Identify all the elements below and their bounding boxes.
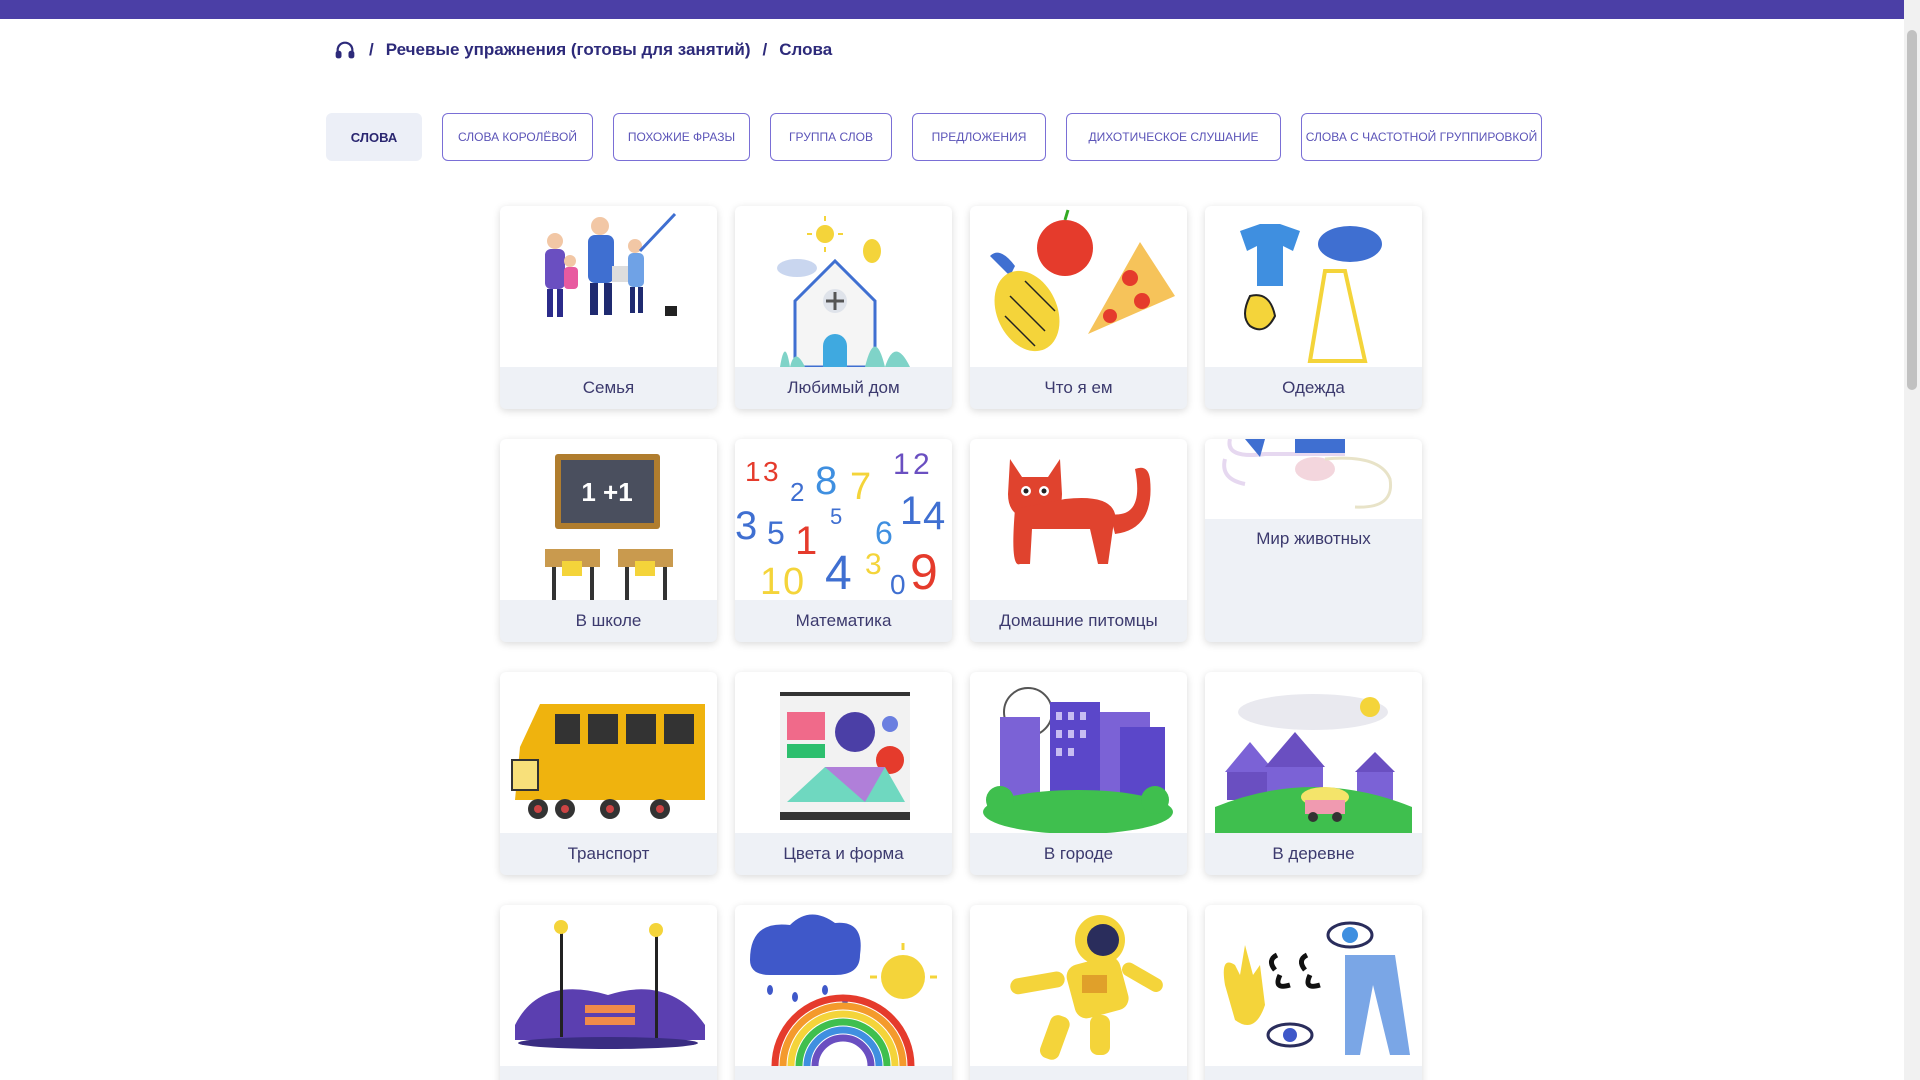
breadcrumb-separator: / (369, 40, 374, 59)
numbers-image: 13 28 712 351 5614 104 309 (735, 439, 952, 600)
card-favorite-home[interactable]: Любимый дом (735, 206, 952, 409)
card-animal-world[interactable]: Мир животных (1205, 439, 1422, 642)
tab-korolyova-words[interactable]: СЛОВА КОРОЛЁВОЙ (442, 113, 593, 161)
city-image (970, 672, 1187, 833)
top-bar (0, 0, 1904, 19)
breadcrumb-current: Слова (779, 40, 833, 59)
tab-sentences[interactable]: ПРЕДЛОЖЕНИЯ (912, 113, 1046, 161)
card-pets[interactable]: Домашние питомцы (970, 439, 1187, 642)
card-park[interactable] (500, 905, 717, 1080)
word-category-grid: Семья Любимый дом Что я ем Одежда 1 +1 В… (500, 206, 1422, 1080)
card-label: Мир животных (1256, 529, 1371, 548)
svg-text:1: 1 (893, 448, 910, 481)
card-label (500, 1066, 717, 1080)
breadcrumb: / Речевые упражнения (готовы для занятий… (333, 36, 832, 64)
card-in-village[interactable]: В деревне (1205, 672, 1422, 875)
clothes-image (1205, 206, 1422, 367)
card-label: В городе (1043, 844, 1114, 863)
card-label: Любимый дом (787, 378, 900, 397)
svg-text:2: 2 (790, 477, 804, 507)
card-math[interactable]: 13 28 712 351 5614 104 309 Математика (735, 439, 952, 642)
tab-similar-phrases[interactable]: ПОХОЖИЕ ФРАЗЫ (613, 113, 750, 161)
svg-text:1: 1 (795, 519, 817, 563)
bus-image (500, 672, 717, 833)
svg-text:8: 8 (815, 459, 837, 503)
headphones-icon[interactable] (333, 38, 357, 62)
card-label (1205, 1066, 1422, 1080)
svg-text:7: 7 (850, 466, 871, 508)
tab-dichotic-listening[interactable]: ДИХОТИЧЕСКОЕ СЛУШАНИЕ (1066, 113, 1281, 161)
card-label: Одежда (1282, 378, 1345, 397)
svg-text:4: 4 (923, 494, 945, 538)
svg-text:2: 2 (913, 448, 930, 481)
svg-text:6: 6 (875, 515, 893, 551)
card-at-school[interactable]: 1 +1 В школе (500, 439, 717, 642)
vertical-scrollbar[interactable] (1904, 0, 1920, 1080)
card-in-city[interactable]: В городе (970, 672, 1187, 875)
svg-text:1: 1 (745, 456, 761, 487)
animals-image (1205, 439, 1422, 519)
cat-image (970, 439, 1187, 600)
shapes-image (735, 672, 952, 833)
school-image: 1 +1 (500, 439, 717, 600)
tab-frequency-grouped-words[interactable]: СЛОВА С ЧАСТОТНОЙ ГРУППИРОВКОЙ (1301, 113, 1542, 161)
card-space[interactable] (970, 905, 1187, 1080)
svg-text:3: 3 (763, 456, 779, 487)
card-label: Математика (795, 611, 892, 630)
svg-text:5: 5 (767, 515, 785, 551)
card-body-parts[interactable] (1205, 905, 1422, 1080)
card-colors-shapes[interactable]: Цвета и форма (735, 672, 952, 875)
card-label: Цвета и форма (783, 844, 904, 863)
card-clothes[interactable]: Одежда (1205, 206, 1422, 409)
family-image (500, 206, 717, 367)
svg-text:5: 5 (830, 504, 842, 529)
card-family[interactable]: Семья (500, 206, 717, 409)
house-image (735, 206, 952, 367)
card-label: Семья (582, 378, 635, 397)
breadcrumb-separator: / (762, 40, 768, 59)
card-weather[interactable] (735, 905, 952, 1080)
svg-text:9: 9 (910, 544, 938, 600)
card-what-i-eat[interactable]: Что я ем (970, 206, 1187, 409)
scrollbar-thumb[interactable] (1907, 30, 1917, 390)
breadcrumb-speech-exercises[interactable]: Речевые упражнения (готовы для занятий) (386, 40, 751, 60)
card-label (735, 1066, 952, 1080)
card-label: Транспорт (567, 844, 650, 863)
svg-text:0: 0 (783, 561, 804, 600)
body-parts-image (1205, 905, 1422, 1066)
card-label: Домашние питомцы (999, 611, 1158, 630)
card-label (970, 1066, 1187, 1080)
category-tabs: СЛОВА СЛОВА КОРОЛЁВОЙ ПОХОЖИЕ ФРАЗЫ ГРУП… (326, 113, 1542, 161)
svg-text:0: 0 (890, 569, 906, 600)
svg-text:3: 3 (865, 548, 882, 581)
svg-text:4: 4 (825, 547, 852, 600)
village-image (1205, 672, 1422, 833)
svg-text:1: 1 (900, 489, 922, 533)
astronaut-image (970, 905, 1187, 1066)
tab-words[interactable]: СЛОВА (326, 113, 422, 161)
tab-word-group[interactable]: ГРУППА СЛОВ (770, 113, 892, 161)
card-transport[interactable]: Транспорт (500, 672, 717, 875)
card-label: В школе (575, 611, 642, 630)
weather-image (735, 905, 952, 1066)
svg-text:1 +1: 1 +1 (581, 477, 632, 507)
card-label: В деревне (1272, 844, 1355, 863)
park-image (500, 905, 717, 1066)
svg-text:3: 3 (735, 504, 757, 548)
food-image (970, 206, 1187, 367)
card-label: Что я ем (1044, 378, 1113, 397)
svg-text:1: 1 (760, 561, 781, 600)
